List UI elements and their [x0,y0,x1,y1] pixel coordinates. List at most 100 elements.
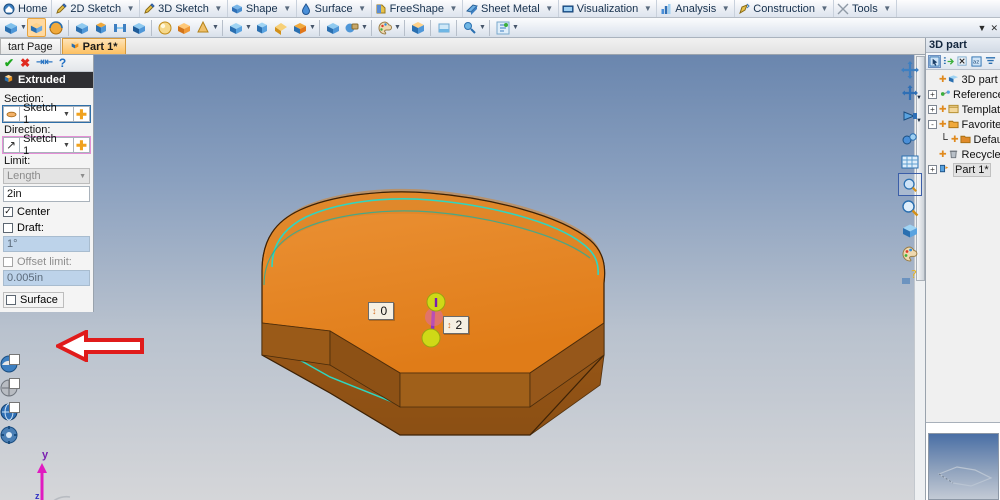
chevron-down-icon[interactable]: ▼ [479,24,486,31]
offset-limit-checkbox[interactable] [3,256,13,267]
section-tool-button[interactable] [408,18,427,37]
section-field-row[interactable]: Sketch 1 ▼ ✚ [2,102,91,126]
named-view-button[interactable]: ▼ [898,104,922,127]
center-checkbox[interactable]: ✓ [3,206,13,217]
draft-angle-input[interactable]: 1° [3,236,90,252]
expander-icon[interactable]: + [928,90,937,99]
view-settings-button[interactable] [0,425,22,449]
boolean-subtract-tool-button[interactable] [342,18,361,37]
menu-item-shape[interactable]: Shape ▼ [228,0,297,17]
chevron-down-icon[interactable]: ▼ [721,4,730,13]
cone-tool-button[interactable] [193,18,212,37]
dock-close-button[interactable]: ✕ [990,23,998,34]
help-button[interactable]: ? [59,57,66,69]
plus-icon[interactable]: ✚ [951,134,959,145]
direction-field-row[interactable]: Sketch 1 ▼ ✚ [2,133,91,157]
chevron-down-icon[interactable]: ▼ [916,118,922,124]
shell-tool-button[interactable] [129,18,148,37]
chevron-down-icon[interactable]: ▼ [63,111,73,118]
cancel-button[interactable]: ✖ [20,57,30,69]
menu-item-home[interactable]: Home [0,0,53,17]
plus-icon[interactable]: ✚ [939,74,947,85]
chevron-down-icon[interactable]: ▼ [126,4,135,13]
length-value-callout[interactable]: ↕ 2 [443,316,470,334]
render-mode-button[interactable] [0,353,22,377]
help-question-button[interactable]: ? [898,265,922,288]
revolve-tool-button[interactable] [46,18,65,37]
3d-viewport[interactable]: ↕ 0 ↕ 2 y x z 1" [0,55,925,500]
apply-button[interactable]: ⇥⇤ [36,58,53,68]
plus-icon[interactable]: ✚ [939,104,947,115]
menu-item-freeshape[interactable]: FreeShape ▼ [372,0,464,17]
menu-item-surface[interactable]: Surface ▼ [297,0,372,17]
menu-item-3d-sketch[interactable]: 3D Sketch ▼ [140,0,228,17]
chevron-down-icon[interactable]: ▼ [79,173,89,180]
tree-item-recycle-bin[interactable]: ✚ Recycle b [928,147,1000,162]
chevron-down-icon[interactable]: ▼ [309,24,316,31]
tab-part-1[interactable]: Part 1* [61,38,126,54]
zoom-button[interactable] [898,196,922,219]
offset-limit-input[interactable]: 0.005in [3,270,90,286]
fit-view-button[interactable]: ▼ [898,81,922,104]
loft-tool-button[interactable] [91,18,110,37]
material-tool-button[interactable] [375,18,394,37]
limit-length-input[interactable]: 2in [3,186,90,202]
chevron-down-icon[interactable]: ▼ [358,4,367,13]
display-mode-button[interactable] [0,401,22,425]
chevron-down-icon[interactable]: ▼ [916,95,922,101]
model-tree[interactable]: ✚ 3D part * + References + ✚ Template [926,70,1000,418]
chevron-down-icon[interactable]: ▼ [820,4,829,13]
chevron-down-icon[interactable]: ▼ [361,24,368,31]
chevron-down-icon[interactable]: ▼ [394,24,401,31]
offset-value-callout[interactable]: ↕ 0 [368,302,395,320]
chevron-down-icon[interactable]: ▼ [212,24,219,31]
plus-icon[interactable]: ✚ [939,119,947,130]
direction-combo[interactable]: Sketch 1 ▼ [19,133,74,157]
menu-item-visualization[interactable]: Visualization ▼ [559,0,658,17]
shading-button[interactable] [898,219,922,242]
color-button[interactable] [898,242,922,265]
chevron-down-icon[interactable]: ▼ [214,4,223,13]
menu-item-2d-sketch[interactable]: 2D Sketch ▼ [52,0,141,17]
chevron-down-icon[interactable]: ▼ [512,24,519,31]
properties-tool-button[interactable] [493,18,512,37]
sphere-tool-button[interactable] [155,18,174,37]
transparency-tool-button[interactable] [434,18,453,37]
tree-item-template[interactable]: + ✚ Template [928,102,1000,117]
tree-item-favorites[interactable]: - ✚ Favorites [928,117,1000,132]
menu-item-sheet-metal[interactable]: Sheet Metal ▼ [463,0,559,17]
wireframe-mode-button[interactable] [0,377,22,401]
section-add-button[interactable]: ✚ [73,106,91,122]
grid-button[interactable] [898,150,922,173]
rotate-view-button[interactable] [898,127,922,150]
tree-item-part-1[interactable]: + Part 1* [928,162,1000,177]
chevron-down-icon[interactable]: ▼ [883,4,892,13]
tree-item-3d-part[interactable]: ✚ 3D part * [928,72,1000,87]
chevron-down-icon[interactable]: ▼ [245,24,252,31]
menu-item-tools[interactable]: Tools ▼ [834,0,897,17]
draft-checkbox-row[interactable]: Draft: [3,220,90,235]
ok-button[interactable]: ✔ [4,57,14,69]
menu-item-analysis[interactable]: Analysis ▼ [657,0,736,17]
center-checkbox-row[interactable]: ✓ Center [3,204,90,219]
pan-all-button[interactable] [898,58,922,81]
filter-button[interactable] [984,55,997,68]
limit-type-combo[interactable]: Length ▼ [3,168,90,184]
draft-checkbox[interactable] [3,222,13,233]
split-tool-button[interactable] [290,18,309,37]
draft-tool-button[interactable] [271,18,290,37]
dock-menu-button[interactable]: ▼ [978,23,987,34]
chevron-down-icon[interactable]: ▼ [283,4,292,13]
hole-tool-button[interactable] [110,18,129,37]
chevron-down-icon[interactable]: ▼ [63,142,73,149]
tree-item-references[interactable]: + References [928,87,1000,102]
chevron-down-icon[interactable]: ▼ [449,4,458,13]
chevron-down-icon[interactable]: ▼ [20,24,27,31]
boolean-union-tool-button[interactable] [323,18,342,37]
menu-item-construction[interactable]: Construction ▼ [735,0,835,17]
fillet-tool-button[interactable] [226,18,245,37]
expander-icon[interactable]: + [928,105,937,114]
zoom-window-button[interactable] [898,173,922,196]
offset-limit-checkbox-row[interactable]: Offset limit: [3,254,90,269]
extruded-tool-button[interactable] [27,18,46,37]
